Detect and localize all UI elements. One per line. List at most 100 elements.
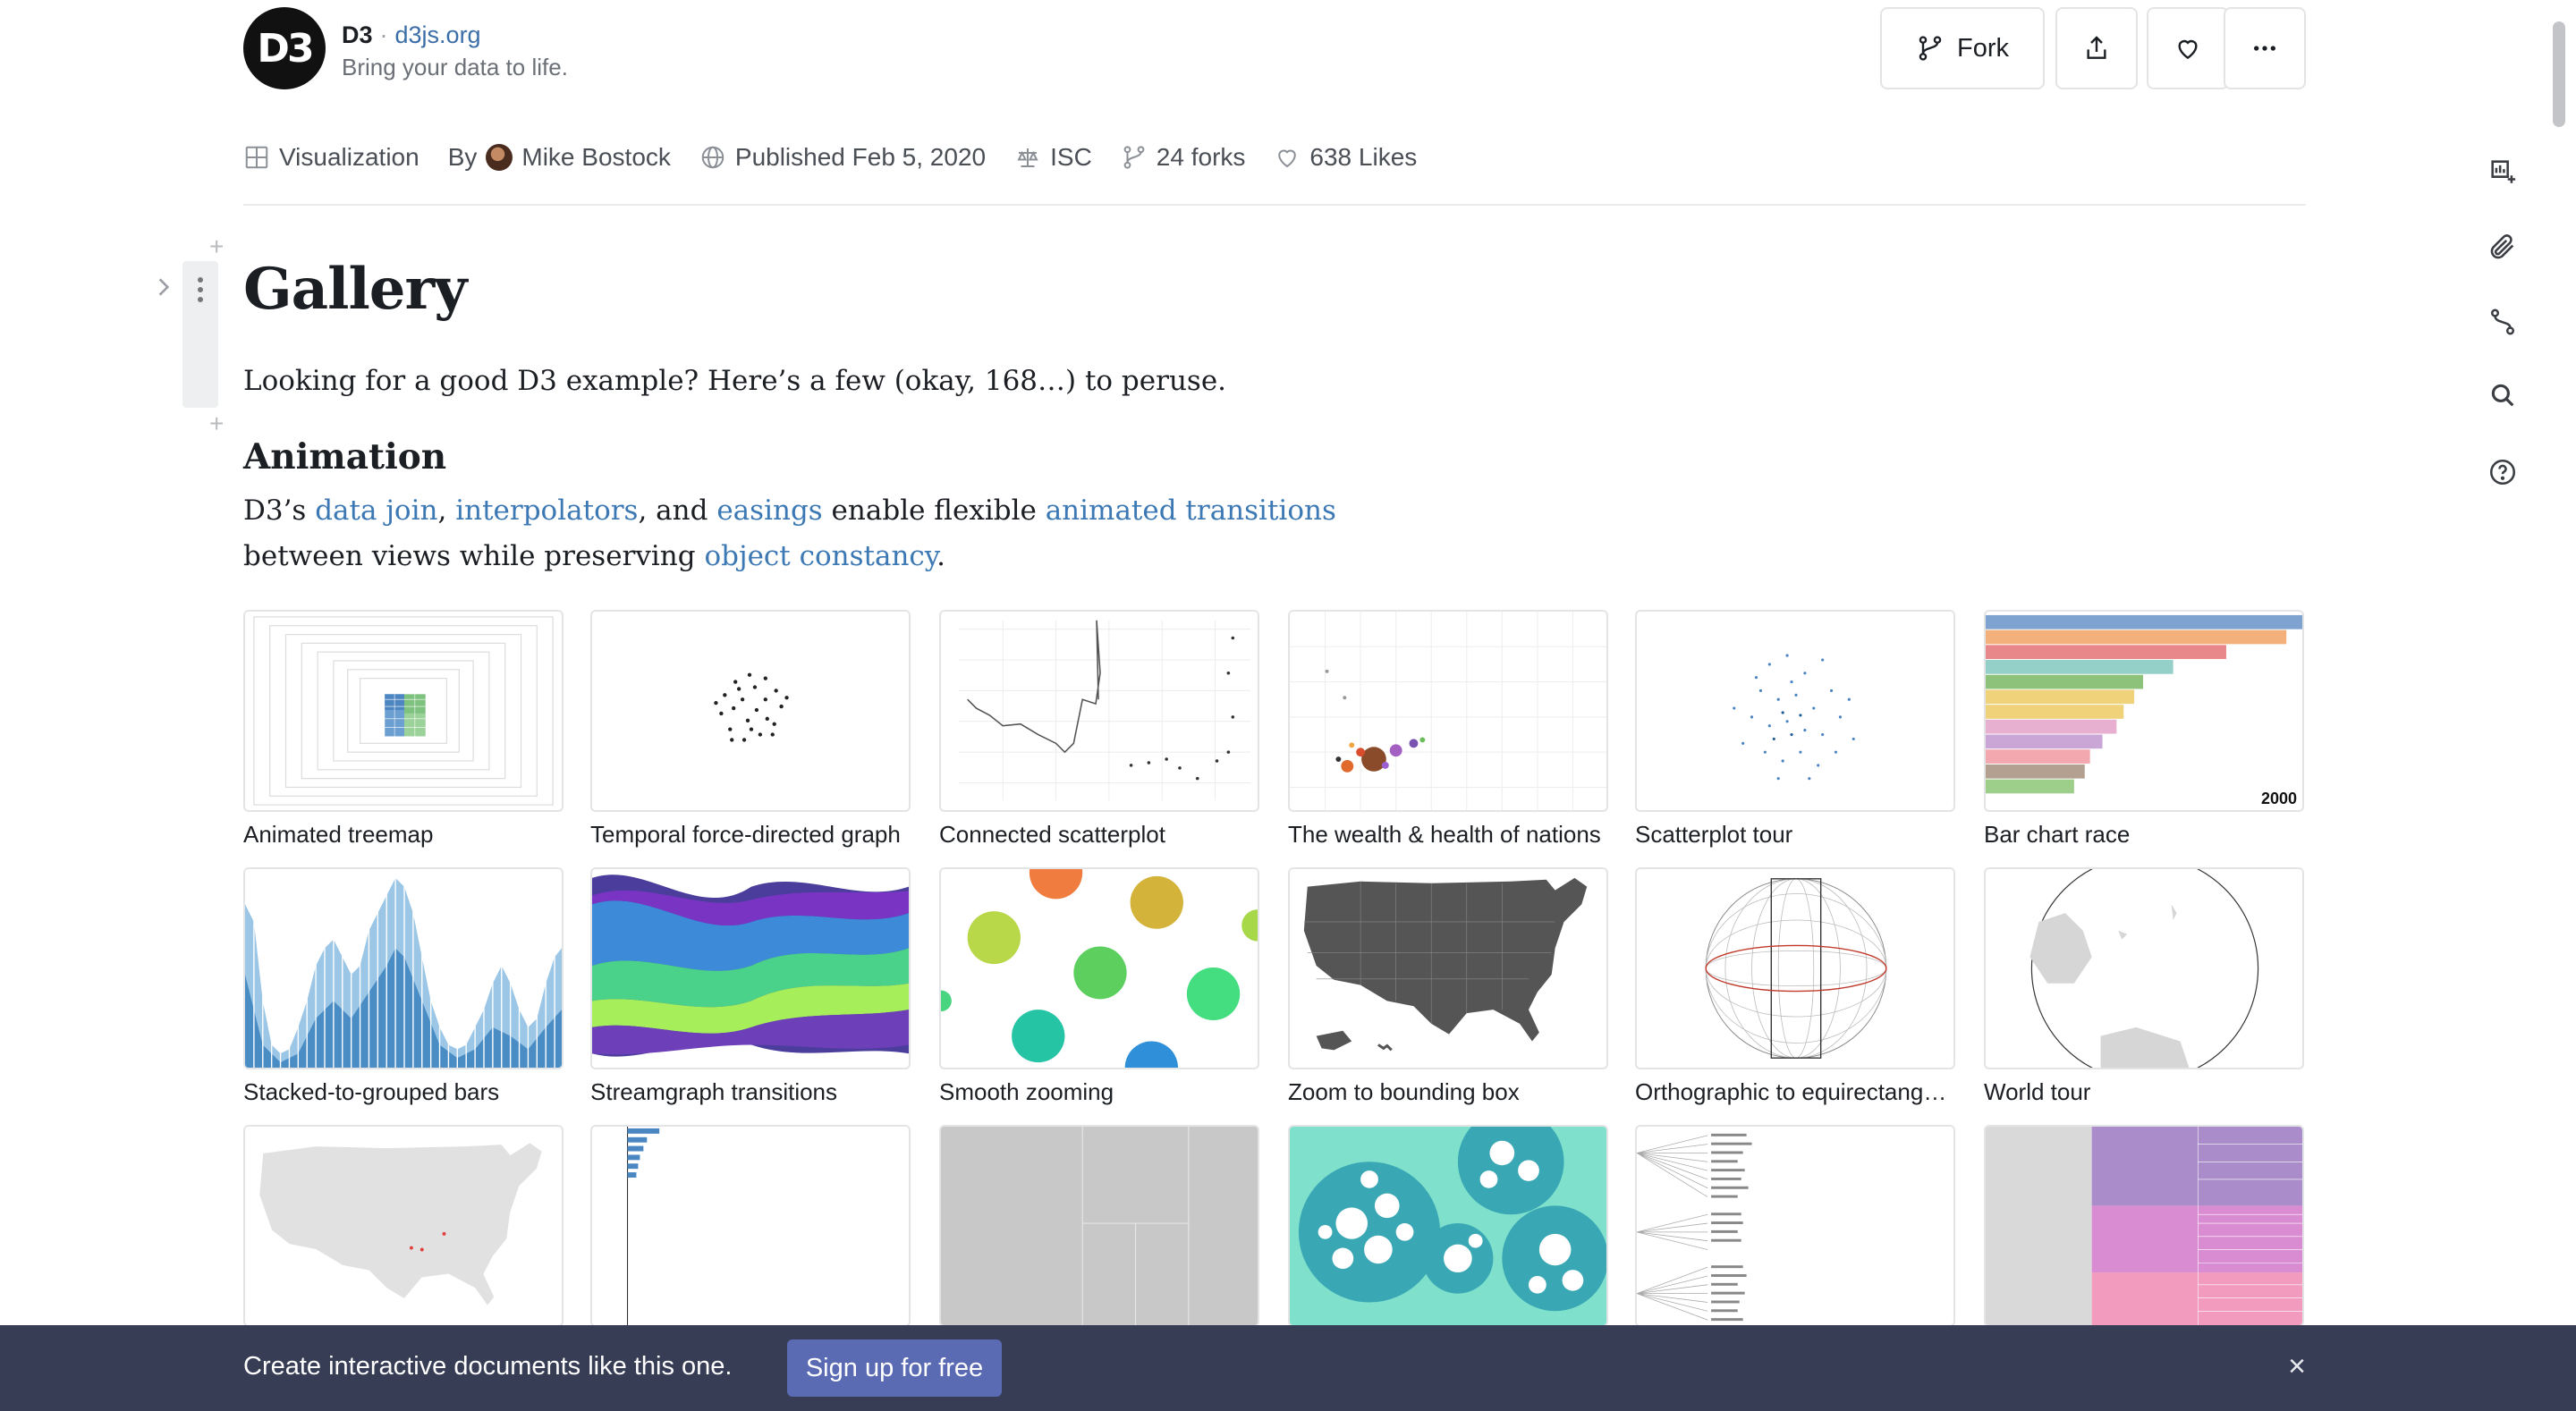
branch-icon [2490,308,2515,335]
wealth-health-thumbnail [1290,612,1606,810]
avatar [486,144,513,171]
heart-icon [2178,39,2198,60]
site-url-link[interactable]: d3js.org [395,21,481,48]
year-label: 2000 [2260,790,2297,807]
gallery-caption: Scatterplot tour [1635,821,1793,848]
thumbnail[interactable] [590,867,911,1069]
share-icon [2087,36,2106,59]
gallery-caption: Bar chart race [1984,821,2131,848]
globe-grid-thumbnail [1705,878,1887,1059]
gallery-item[interactable] [590,1125,911,1336]
cell-handle[interactable] [182,261,218,408]
close-icon[interactable]: × [2275,1345,2318,1388]
thumbnail[interactable] [939,1125,1259,1327]
gallery-item[interactable] [1984,1125,2304,1336]
add-cell-icon [2491,160,2516,183]
thumbnail[interactable] [590,610,911,812]
gallery-caption: Smooth zooming [939,1078,1114,1105]
us-map-light-thumbnail [258,1142,543,1307]
scale-icon [1017,148,1038,167]
gallery-item[interactable] [1635,1125,1955,1336]
treemap-thumbnail [253,616,554,806]
site-name[interactable]: D3 [342,21,373,48]
thumbnail[interactable] [1635,867,1955,1069]
signup-button[interactable]: Sign up for free [787,1339,1002,1397]
heart-icon [1278,149,1297,168]
d3-logo[interactable]: D3 [243,7,326,89]
tree-diagram-thumbnail [1637,1133,1752,1322]
fork-button[interactable]: Fork [1880,7,2045,89]
likes-count: 638 Likes [1309,143,1418,171]
thumbnail[interactable] [1635,1125,1955,1327]
thumbnail[interactable]: 2000 [1984,610,2304,812]
para-text: . [936,540,946,572]
chevron-right-icon[interactable] [152,274,175,300]
meta-type[interactable]: Visualization [243,143,419,172]
thumbnail[interactable] [243,867,564,1069]
thumbnail[interactable] [939,867,1259,1069]
page-title: Gallery [243,256,467,323]
gallery-item-connected-scatterplot[interactable]: Connected scatterplot [939,610,1259,849]
history-button[interactable] [2481,300,2524,343]
gallery-item-world-tour[interactable]: World tour [1984,867,2304,1106]
help-button[interactable] [2481,451,2524,494]
gallery-item-smooth-zooming[interactable]: Smooth zooming [939,867,1259,1106]
add-cell-below-icon[interactable]: + [209,411,224,436]
gallery-item[interactable] [939,1125,1259,1336]
section-title: Animation [243,436,447,477]
notebook-header: D3 D3 · d3js.org Bring your data to life. … [243,4,2306,93]
thumbnail[interactable] [243,610,564,812]
meta-license[interactable]: ISC [1014,143,1092,172]
thumbnail[interactable] [1635,610,1955,812]
gallery-item-orthographic[interactable]: Orthographic to equirectangular [1635,867,1955,1106]
site-line: D3 · d3js.org [342,21,481,49]
fork-label: Fork [1957,33,2009,63]
thumbnail[interactable] [939,610,1259,812]
object-constancy-link[interactable]: object constancy [704,540,936,572]
scrollbar-thumb[interactable] [2553,21,2565,127]
header-divider [243,204,2306,206]
gallery-item-bar-chart-race[interactable]: 2000 Bar chart race [1984,610,2304,849]
help-icon [2489,459,2516,486]
thumbnail[interactable] [243,1125,564,1327]
meta-likes[interactable]: 638 Likes [1274,143,1417,172]
gallery-item-scatterplot-tour[interactable]: Scatterplot tour [1635,610,1955,849]
gallery-item[interactable] [1288,1125,1608,1336]
gallery-item-force-graph[interactable]: Temporal force-directed graph [590,610,911,849]
gallery-item-animated-treemap[interactable]: Animated treemap [243,610,564,849]
thumbnail[interactable] [1288,1125,1608,1327]
separator: · [379,21,388,48]
drag-handle-icon[interactable] [198,277,203,307]
search-button[interactable] [2481,374,2524,417]
more-button[interactable] [2224,7,2306,89]
para-text: D3’s [243,494,316,527]
add-cell-button[interactable] [2481,150,2524,193]
gallery-caption: Zoom to bounding box [1288,1078,1520,1105]
gallery-item-wealth-health[interactable]: The wealth & health of nations [1288,610,1608,849]
share-button[interactable] [2055,7,2138,89]
thumbnail[interactable] [1984,1125,2304,1327]
gallery-item[interactable] [243,1125,564,1336]
force-graph-thumbnail [714,672,789,742]
meta-forks[interactable]: 24 forks [1121,143,1246,172]
gallery-item-streamgraph[interactable]: Streamgraph transitions [590,867,911,1106]
more-icon [2254,46,2275,51]
interpolators-link[interactable]: interpolators [455,494,638,527]
paperclip-icon [2490,234,2514,259]
forks-count: 24 forks [1156,143,1246,171]
meta-author[interactable]: By Mike Bostock [448,143,671,172]
attachments-button[interactable] [2481,225,2524,268]
add-cell-above-icon[interactable]: + [209,234,224,259]
gallery-item-zoom-bounding-box[interactable]: Zoom to bounding box [1288,867,1608,1106]
thumbnail[interactable] [1984,867,2304,1069]
grid-icon [245,146,268,169]
gallery-caption: World tour [1984,1078,2091,1105]
data-join-link[interactable]: data join [315,494,437,527]
thumbnail[interactable] [590,1125,911,1327]
like-button[interactable] [2147,7,2229,89]
thumbnail[interactable] [1288,867,1608,1069]
easings-link[interactable]: easings [716,494,822,527]
animated-transitions-link[interactable]: animated transitions [1046,494,1336,527]
gallery-item-stacked-grouped-bars[interactable]: Stacked-to-grouped bars [243,867,564,1106]
thumbnail[interactable] [1288,610,1608,812]
